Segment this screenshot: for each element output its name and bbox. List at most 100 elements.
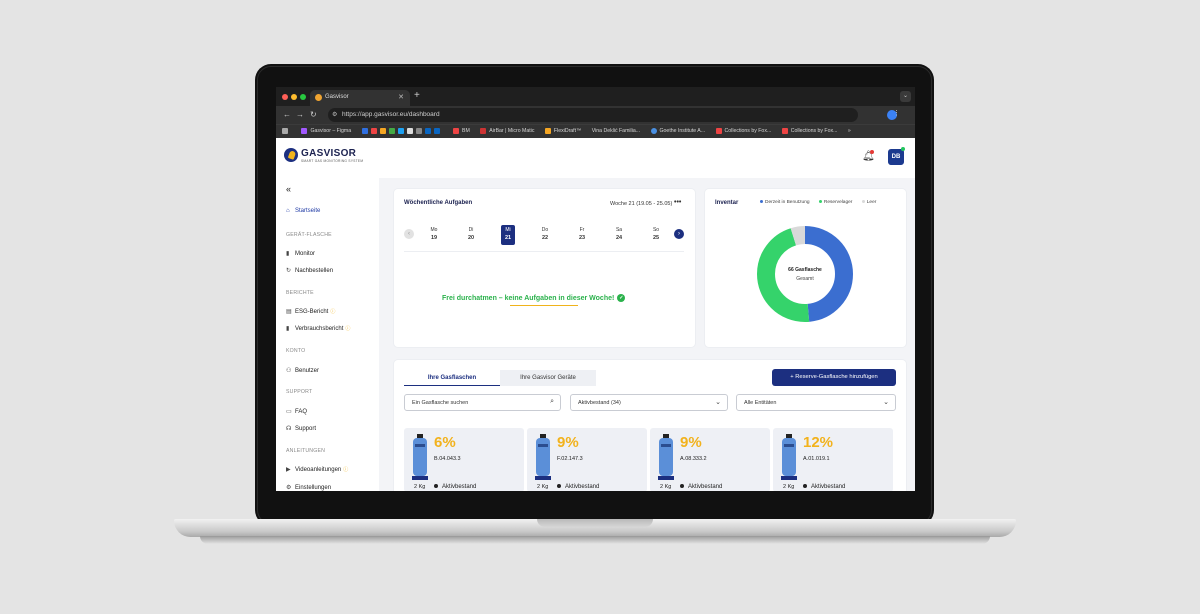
- add-reserve-cylinder-button[interactable]: + Reserve-Gasflasche hinzufügen: [772, 369, 896, 386]
- cylinder-status: Aktivbestand: [680, 484, 722, 490]
- day-2[interactable]: Mi 21: [501, 225, 515, 245]
- cylinder-weight: 2 Kg: [414, 484, 426, 490]
- close-window-icon[interactable]: [282, 94, 288, 100]
- bookmark-item[interactable]: FlexiDraft™: [544, 127, 581, 136]
- avatar[interactable]: DB: [888, 149, 904, 165]
- tab-ihre-gasflaschen[interactable]: Ihre Gasflaschen: [404, 370, 500, 386]
- browser-menu-icon[interactable]: ⋮: [893, 109, 907, 117]
- sidebar-item-faq[interactable]: ▭ FAQ: [286, 408, 307, 415]
- apps-icon[interactable]: [282, 127, 291, 136]
- day-name: Sa: [615, 227, 623, 233]
- search-icon: ⌕: [550, 398, 554, 405]
- tab-search-icon[interactable]: ⌄: [900, 91, 911, 102]
- sidebar-item-startseite[interactable]: ⌂ Startseite: [286, 208, 320, 214]
- sidebar-item-verbrauchsbericht[interactable]: ▮ Verbrauchsbericht ⓘ: [286, 325, 350, 332]
- fill-percentage: 9%: [680, 434, 702, 451]
- cylinder-card[interactable]: 9% F.02.147.3 2 Kg Aktivbestand: [527, 428, 647, 491]
- chevron-down-icon: ⌄: [715, 399, 721, 406]
- logo-tagline: SMART GAS MONITORING SYSTEM: [301, 159, 364, 163]
- entity-filter-select[interactable]: Alle Entitäten ⌄: [736, 394, 896, 411]
- sidebar-section-konto: KONTO: [286, 348, 306, 354]
- notification-dot: [870, 150, 874, 154]
- new-tab-icon[interactable]: +: [414, 90, 420, 101]
- day-3[interactable]: Do 22: [538, 225, 552, 245]
- bookmark-item[interactable]: Collections by Fox...: [781, 127, 837, 136]
- next-week-icon[interactable]: ›: [674, 229, 684, 239]
- day-name: Mi: [505, 227, 511, 233]
- browser-tab-bar: Gasvisor ✕ + ⌄: [276, 87, 915, 106]
- day-date: 20: [467, 235, 475, 241]
- reload-icon[interactable]: ↻: [310, 110, 317, 119]
- weekly-tasks-title: Wöchentliche Aufgaben: [404, 200, 473, 206]
- more-options-icon[interactable]: •••: [674, 199, 681, 206]
- gas-cylinder-icon: [658, 434, 674, 480]
- url-field[interactable]: ⚙ https://app.gasvisor.eu/dashboard: [328, 108, 858, 122]
- day-name: So: [652, 227, 660, 233]
- donut-total: 66 Gasflasche: [788, 267, 822, 273]
- inventory-card: Inventar Derzeit in Benutzung Reservelag…: [705, 189, 906, 347]
- back-icon[interactable]: ←: [283, 110, 291, 119]
- bookmark-item[interactable]: AirBar | Micro Matic: [480, 127, 534, 136]
- cylinder-card[interactable]: 12% A.01.019.1 2 Kg Aktivbestand: [773, 428, 893, 491]
- day-date: 23: [578, 235, 586, 241]
- day-name: Di: [468, 227, 474, 233]
- collapse-sidebar-icon[interactable]: «: [286, 184, 291, 194]
- users-icon: ⚇: [286, 368, 292, 374]
- day-1[interactable]: Di 20: [464, 225, 478, 245]
- bookmark-item[interactable]: Collections by Fox...: [715, 127, 771, 136]
- reorder-icon: ↻: [286, 268, 292, 274]
- gas-cylinder-icon: [535, 434, 551, 480]
- info-icon: ⓘ: [330, 309, 336, 315]
- play-icon: ▶: [286, 467, 291, 473]
- day-4[interactable]: Fr 23: [575, 225, 589, 245]
- donut-total-label: Gesamt: [796, 276, 814, 282]
- maximize-window-icon[interactable]: [300, 94, 306, 100]
- minimize-window-icon[interactable]: [291, 94, 297, 100]
- screen: Gasvisor ✕ + ⌄ ← → ↻ ⚙ https://app.gasvi…: [276, 87, 915, 491]
- sidebar-item-benutzer[interactable]: ⚇ Benutzer: [286, 367, 319, 374]
- bookmark-icon[interactable]: [361, 127, 443, 136]
- tab-ihre-gasvisor-geraete[interactable]: Ihre Gasvisor Geräte: [500, 370, 596, 386]
- info-icon: ⓘ: [343, 467, 349, 473]
- day-5[interactable]: Sa 24: [612, 225, 626, 245]
- sidebar-item-einstellungen[interactable]: ⚙ Einstellungen: [286, 484, 331, 491]
- faq-icon: ▭: [286, 409, 292, 415]
- laptop-shadow: [200, 536, 990, 544]
- sidebar-item-esg-bericht[interactable]: ▤ ESG-Bericht ⓘ: [286, 308, 335, 315]
- cylinder-status: Aktivbestand: [803, 484, 845, 490]
- bookmarks-bar: Gasvisor – Figma BM AirBar | Micro Matic…: [276, 124, 915, 138]
- bookmark-item[interactable]: Goethe Institute A...: [650, 127, 705, 136]
- gas-cylinder-icon: [412, 434, 428, 480]
- close-tab-icon[interactable]: ✕: [398, 93, 404, 101]
- day-date: 24: [615, 235, 623, 241]
- day-6[interactable]: So 25: [649, 225, 663, 245]
- more-bookmarks-icon[interactable]: »: [848, 127, 851, 136]
- previous-week-icon[interactable]: ‹: [404, 229, 414, 239]
- info-icon: ⓘ: [345, 326, 351, 332]
- logo-word: GASVISOR: [301, 148, 357, 159]
- cylinder-search-input[interactable]: Ein Gasflasche suchen ⌕: [404, 394, 561, 411]
- bookmark-item[interactable]: BM: [453, 127, 470, 136]
- sidebar-item-support[interactable]: ☊ Support: [286, 425, 316, 432]
- sidebar-section-support: SUPPORT: [286, 389, 313, 395]
- bookmark-item[interactable]: Vina Deklić Familia...: [592, 127, 640, 136]
- day-date: 19: [430, 235, 438, 241]
- day-date: 21: [504, 235, 512, 241]
- forward-icon[interactable]: →: [296, 110, 304, 119]
- gasvisor-logo[interactable]: GASVISOR SMART GAS MONITORING SYSTEM: [284, 148, 363, 166]
- sidebar-item-nachbestellen[interactable]: ↻ Nachbestellen: [286, 267, 333, 274]
- day-0[interactable]: Mo 19: [427, 225, 441, 245]
- sidebar-item-monitor[interactable]: ▮ Monitor: [286, 250, 315, 257]
- inventory-donut-chart: 66 Gasflasche Gesamt: [757, 226, 853, 322]
- bar-chart-icon: ▮: [286, 251, 290, 257]
- app-header: GASVISOR SMART GAS MONITORING SYSTEM 🔔︎ …: [276, 138, 915, 178]
- bookmark-item[interactable]: Gasvisor – Figma: [301, 127, 351, 136]
- cylinder-weight: 2 Kg: [660, 484, 672, 490]
- browser-tab[interactable]: Gasvisor ✕: [310, 90, 410, 106]
- site-info-icon[interactable]: ⚙: [332, 111, 337, 118]
- sidebar-item-videoanleitungen[interactable]: ▶ Videoanleitungen ⓘ: [286, 466, 348, 473]
- cylinder-card[interactable]: 9% A.08.333.2 2 Kg Aktivbestand: [650, 428, 770, 491]
- cylinder-card[interactable]: 6% B.04.043.3 2 Kg Aktivbestand: [404, 428, 524, 491]
- status-filter-select[interactable]: Aktivbestand (34) ⌄: [570, 394, 728, 411]
- gas-cylinder-icon: [781, 434, 797, 480]
